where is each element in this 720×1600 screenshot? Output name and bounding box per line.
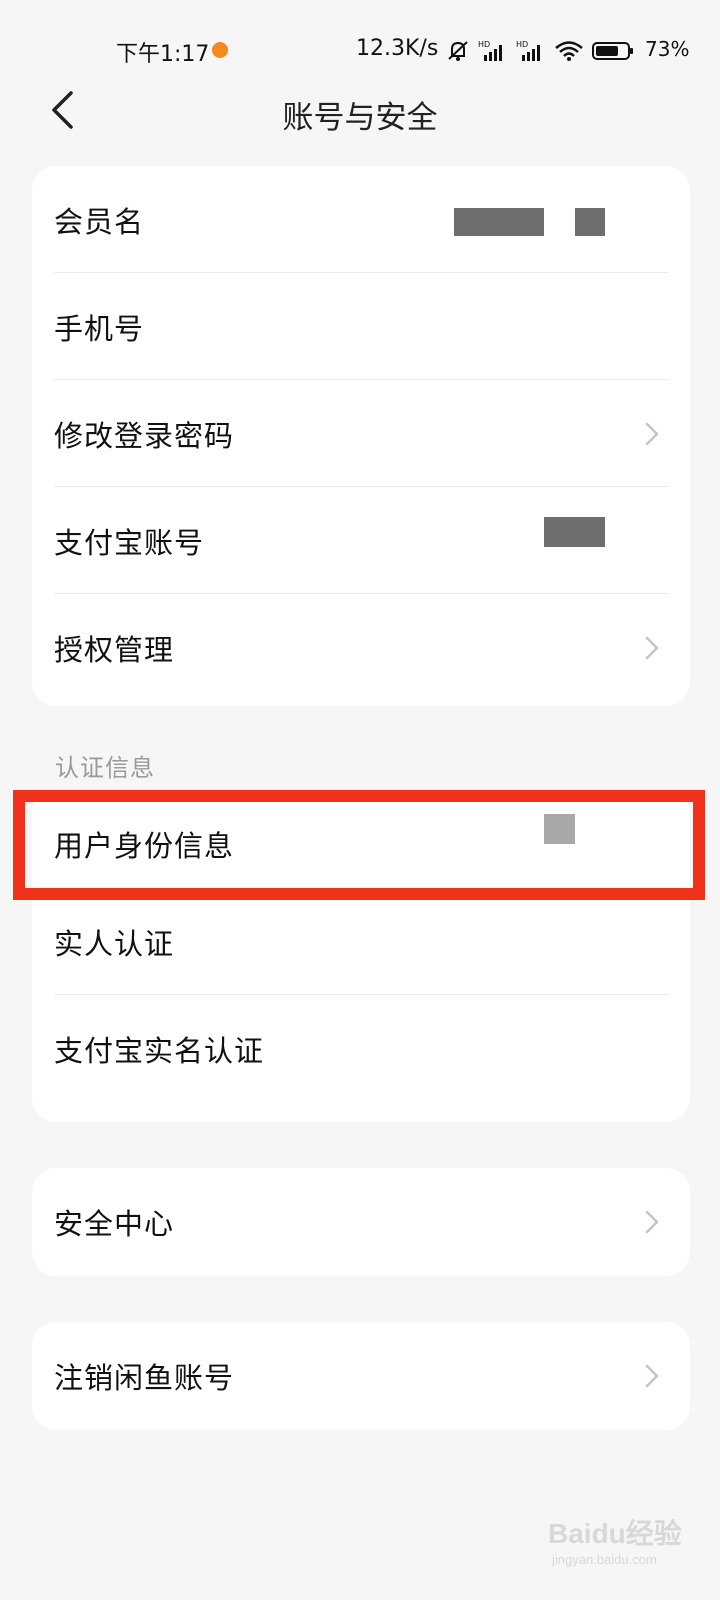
status-time: 下午1:17	[116, 42, 210, 67]
account-card: 会员名 手机号 修改登录密码 支付宝账号 授权管理	[32, 166, 690, 706]
battery-icon	[592, 42, 633, 60]
row-security-center[interactable]: 安全中心	[32, 1168, 690, 1276]
row-authorization[interactable]: 授权管理	[32, 594, 690, 701]
mute-icon	[448, 41, 468, 61]
redacted-value	[544, 517, 605, 547]
watermark-text: Baidu经验	[548, 1518, 682, 1549]
row-label: 用户身份信息	[54, 828, 235, 863]
chevron-right-icon	[645, 1364, 659, 1388]
svg-text:HD: HD	[516, 40, 528, 49]
signal-hd-icon: HD	[478, 40, 502, 61]
row-label: 修改登录密码	[54, 418, 235, 453]
row-alipay-realname[interactable]: 支付宝实名认证	[32, 995, 690, 1102]
account-security-page: 下午1:17 12.3K/s HD HD 73% 账号与安全 会员名 手机号 修…	[0, 0, 720, 1600]
security-center-card: 安全中心	[32, 1168, 690, 1276]
row-label: 注销闲鱼账号	[54, 1361, 235, 1395]
network-speed: 12.3K/s	[356, 36, 439, 61]
row-close-account[interactable]: 注销闲鱼账号	[32, 1322, 690, 1430]
row-change-password[interactable]: 修改登录密码	[32, 380, 690, 487]
row-label: 支付宝账号	[54, 525, 205, 560]
row-label: 手机号	[54, 311, 145, 346]
row-label: 安全中心	[54, 1207, 175, 1241]
svg-text:HD: HD	[478, 40, 490, 49]
close-account-card: 注销闲鱼账号	[32, 1322, 690, 1430]
row-member-name[interactable]: 会员名	[32, 166, 690, 273]
row-phone[interactable]: 手机号	[32, 273, 690, 380]
chevron-right-icon	[645, 636, 659, 659]
row-identity-info[interactable]: 用户身份信息	[32, 790, 690, 897]
chevron-right-icon	[645, 422, 659, 445]
nav-bar: 账号与安全	[0, 78, 720, 142]
verification-card: 用户身份信息 实人认证 支付宝实名认证	[32, 790, 690, 1122]
row-label: 会员名	[54, 204, 145, 239]
row-label: 授权管理	[54, 632, 175, 667]
status-icons: HD HD	[446, 38, 634, 64]
battery-percentage: 73%	[645, 37, 690, 61]
row-label: 实人认证	[54, 926, 175, 961]
redacted-value	[544, 814, 575, 844]
page-title: 账号与安全	[282, 100, 438, 136]
signal-hd-icon: HD	[516, 40, 540, 61]
status-bar: 下午1:17 12.3K/s HD HD 73%	[0, 30, 720, 70]
row-alipay-account[interactable]: 支付宝账号	[32, 487, 690, 594]
row-label: 支付宝实名认证	[54, 1033, 265, 1068]
watermark-logo: Baidu经验 jingyan.baidu.com	[548, 1512, 688, 1578]
chevron-right-icon	[645, 1210, 659, 1234]
row-face-verification[interactable]: 实人认证	[32, 888, 690, 995]
section-title-verification: 认证信息	[55, 754, 155, 782]
notification-dot-icon	[212, 42, 228, 58]
redacted-value	[454, 208, 544, 236]
wifi-icon	[555, 41, 583, 61]
watermark-subtext: jingyan.baidu.com	[552, 1552, 657, 1567]
redacted-value	[575, 208, 605, 236]
